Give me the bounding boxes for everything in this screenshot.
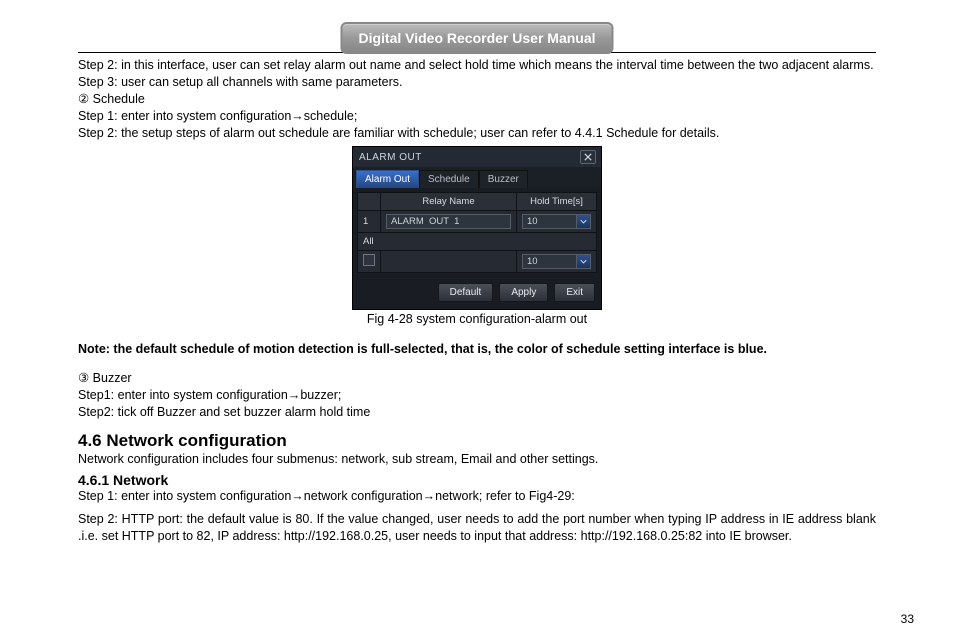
figure-caption: Fig 4-28 system configuration-alarm out [78, 312, 876, 326]
note-text: Note: the default schedule of motion det… [78, 342, 876, 356]
section-4-6-intro: Network configuration includes four subm… [78, 451, 876, 468]
hold-time-value: 10 [527, 216, 538, 227]
tab-schedule[interactable]: Schedule [419, 170, 479, 188]
dialog-title-text: ALARM OUT [359, 152, 422, 163]
network-step1: Step 1: enter into system configuration→… [78, 488, 876, 505]
schedule-heading: ② Schedule [78, 91, 876, 108]
chevron-down-icon [576, 255, 590, 268]
apply-button[interactable]: Apply [499, 283, 548, 302]
schedule-step1: Step 1: enter into system configuration→… [78, 108, 876, 125]
step3-text: Step 3: user can setup all channels with… [78, 74, 876, 91]
all-hold-cell: 10 [517, 251, 597, 273]
dialog-footer: Default Apply Exit [353, 277, 601, 309]
dialog-tabs: Alarm Out Schedule Buzzer [353, 167, 601, 188]
close-button[interactable] [580, 150, 596, 164]
row1-name-cell [381, 211, 517, 233]
all-check-cell [358, 251, 381, 273]
default-button[interactable]: Default [438, 283, 494, 302]
buzzer-step1: Step1: enter into system configuration→b… [78, 387, 876, 404]
buzzer-heading: ③ Buzzer [78, 370, 876, 387]
close-icon [584, 153, 592, 161]
tab-buzzer[interactable]: Buzzer [479, 170, 528, 188]
tab-alarm-out[interactable]: Alarm Out [356, 170, 419, 188]
table-row-all-label: All [358, 233, 597, 251]
header-title: Digital Video Recorder User Manual [340, 22, 613, 54]
alarm-out-table: Relay Name Hold Time[s] 1 10 [357, 192, 597, 273]
hold-time-dropdown[interactable]: 10 [522, 214, 591, 229]
buzzer-step2: Step2: tick off Buzzer and set buzzer al… [78, 404, 876, 421]
dialog-titlebar: ALARM OUT [353, 147, 601, 167]
table-row: 1 10 [358, 211, 597, 233]
all-name-cell [381, 251, 517, 273]
page-number: 33 [901, 612, 914, 626]
all-label: All [358, 233, 597, 251]
exit-button[interactable]: Exit [554, 283, 595, 302]
chevron-down-icon [576, 215, 590, 228]
col-hold-time: Hold Time[s] [517, 193, 597, 211]
alarm-out-dialog: ALARM OUT Alarm Out Schedule Buzzer Rela… [352, 146, 602, 310]
step2-relay-text: Step 2: in this interface, user can set … [78, 57, 876, 74]
schedule-step2: Step 2: the setup steps of alarm out sch… [78, 125, 876, 142]
col-relay-name: Relay Name [381, 193, 517, 211]
row1-index: 1 [358, 211, 381, 233]
section-4-6-heading: 4.6 Network configuration [78, 431, 876, 451]
all-checkbox[interactable] [363, 254, 375, 266]
all-hold-dropdown[interactable]: 10 [522, 254, 591, 269]
network-step2: Step 2: HTTP port: the default value is … [78, 511, 876, 545]
section-4-6-1-heading: 4.6.1 Network [78, 472, 876, 488]
table-row-all: 10 [358, 251, 597, 273]
relay-name-input[interactable] [386, 214, 511, 229]
all-hold-value: 10 [527, 256, 538, 267]
col-blank [358, 193, 381, 211]
row1-hold-cell: 10 [517, 211, 597, 233]
